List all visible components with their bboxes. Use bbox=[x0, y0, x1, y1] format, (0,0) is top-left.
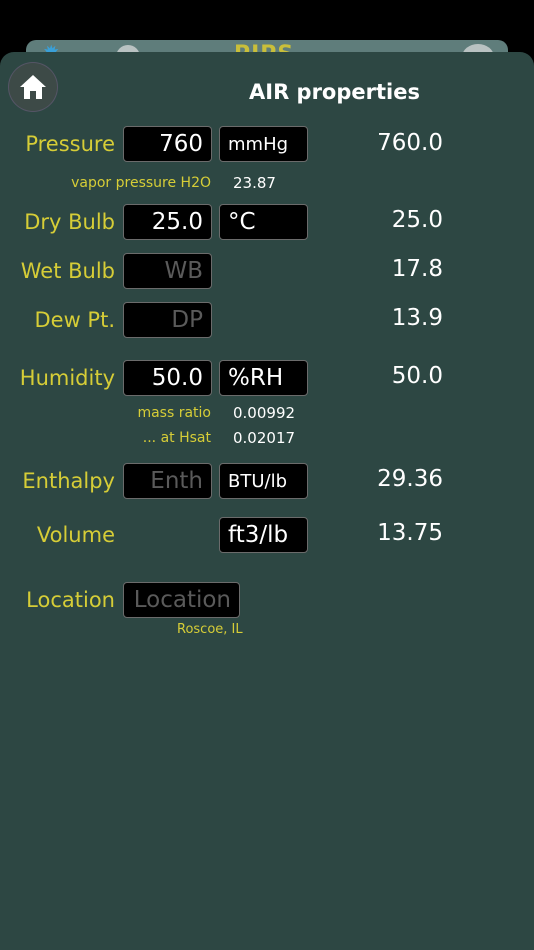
mass-ratio-label: mass ratio bbox=[137, 405, 211, 421]
vapor-pressure-label: vapor pressure H2O bbox=[71, 175, 211, 191]
dry-bulb-unit-select[interactable]: °C bbox=[219, 204, 308, 240]
volume-result: 13.75 bbox=[377, 520, 443, 546]
dry-bulb-input[interactable]: 25.0 bbox=[123, 204, 212, 240]
vapor-pressure-value: 23.87 bbox=[233, 174, 276, 192]
volume-unit-select[interactable]: ft3/lb bbox=[219, 517, 308, 553]
pressure-input[interactable]: 760 bbox=[123, 126, 212, 162]
hsat-label: ... at Hsat bbox=[142, 430, 211, 446]
pressure-label: Pressure bbox=[25, 132, 115, 156]
page-title: AIR properties bbox=[249, 80, 420, 104]
location-input[interactable]: Location bbox=[123, 582, 240, 618]
enthalpy-label: Enthalpy bbox=[22, 469, 115, 493]
humidity-result: 50.0 bbox=[391, 363, 443, 389]
humidity-label: Humidity bbox=[19, 366, 115, 390]
hsat-value: 0.02017 bbox=[233, 429, 296, 447]
dry-bulb-label: Dry Bulb bbox=[24, 210, 115, 234]
wet-bulb-input[interactable]: WB bbox=[123, 253, 212, 289]
location-value: Roscoe, IL bbox=[177, 622, 243, 637]
wet-bulb-result: 17.8 bbox=[391, 256, 443, 282]
humidity-unit-select[interactable]: %RH bbox=[219, 360, 308, 396]
pressure-result: 760.0 bbox=[377, 130, 443, 156]
wet-bulb-label: Wet Bulb bbox=[20, 259, 115, 283]
dry-bulb-result: 25.0 bbox=[391, 207, 443, 233]
dew-point-result: 13.9 bbox=[391, 305, 443, 331]
dew-point-input[interactable]: DP bbox=[123, 302, 212, 338]
humidity-input[interactable]: 50.0 bbox=[123, 360, 212, 396]
volume-label: Volume bbox=[36, 523, 115, 547]
enthalpy-result: 29.36 bbox=[377, 466, 443, 492]
pressure-unit-select[interactable]: mmHg bbox=[219, 126, 308, 162]
air-properties-sheet: AIR properties Pressure 760 mmHg 760.0 v… bbox=[0, 52, 534, 950]
dew-point-label: Dew Pt. bbox=[34, 308, 115, 332]
enthalpy-unit-select[interactable]: BTU/lb bbox=[219, 463, 308, 499]
enthalpy-input[interactable]: Enth bbox=[123, 463, 212, 499]
mass-ratio-value: 0.00992 bbox=[233, 404, 296, 422]
location-label: Location bbox=[26, 588, 115, 612]
